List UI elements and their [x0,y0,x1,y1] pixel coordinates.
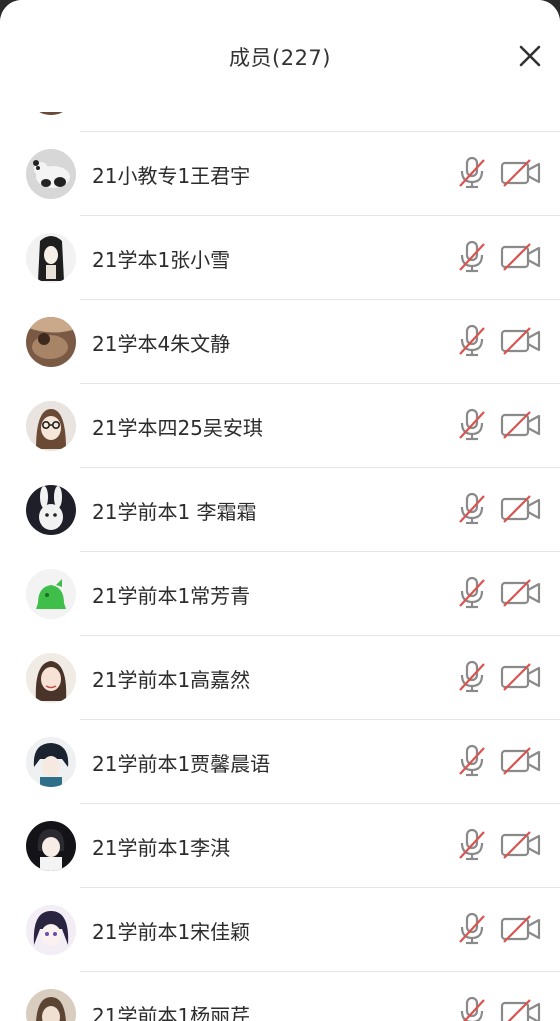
member-name: 21学前本1 李霜霜 [92,500,257,524]
list-item[interactable]: 21学前本1宋佳颖 [0,888,560,972]
mic-muted-icon[interactable] [456,408,488,442]
list-item[interactable]: 21学前本1李淇 [0,804,560,888]
avatar[interactable] [26,233,76,283]
list-item[interactable]: 21学前本1杨丽芹 [0,972,560,1021]
page-title: 成员(227) [229,46,331,70]
avatar[interactable] [26,653,76,703]
avatar[interactable] [26,401,76,451]
mic-muted-icon[interactable] [456,996,488,1021]
avatar[interactable] [26,737,76,787]
avatar[interactable] [26,821,76,871]
member-name: 21学前本1常芳青 [92,584,251,608]
member-name: 21学前本1杨丽芹 [92,1004,251,1021]
member-list[interactable]: 21小教专1王君宇 21学本1张小雪 21学本4朱文静 21学本四25吴安琪 2… [0,48,560,1021]
list-item[interactable]: 21学本4朱文静 [0,300,560,384]
list-item[interactable]: 21小教专1王君宇 [0,132,560,216]
list-item[interactable]: 21学前本1常芳青 [0,552,560,636]
camera-off-icon[interactable] [500,998,542,1021]
mic-muted-icon[interactable] [456,576,488,610]
member-name: 21学前本1宋佳颖 [92,920,251,944]
member-name: 21小教专1王君宇 [92,164,251,188]
member-list-sheet: 成员(227) 21小教专1王君宇 21学本1张小雪 21学本4朱文静 21学本… [0,0,560,1021]
list-item[interactable]: 21学本四25吴安琪 [0,384,560,468]
camera-off-icon[interactable] [500,830,542,860]
camera-off-icon[interactable] [500,662,542,692]
camera-off-icon[interactable] [500,242,542,272]
camera-off-icon[interactable] [500,578,542,608]
avatar[interactable] [26,905,76,955]
member-name: 21学前本1高嘉然 [92,668,251,692]
camera-off-icon[interactable] [500,494,542,524]
list-item[interactable]: 21学本1张小雪 [0,216,560,300]
avatar[interactable] [26,989,76,1021]
sheet-header: 成员(227) [0,0,560,112]
avatar[interactable] [26,569,76,619]
mic-muted-icon[interactable] [456,828,488,862]
camera-off-icon[interactable] [500,158,542,188]
avatar[interactable] [26,485,76,535]
member-name: 21学本4朱文静 [92,332,231,356]
avatar[interactable] [26,149,76,199]
member-name: 21学前本1贾馨晨语 [92,752,271,776]
member-name: 21学本1张小雪 [92,248,231,272]
camera-off-icon[interactable] [500,746,542,776]
list-item[interactable]: 21学前本1 李霜霜 [0,468,560,552]
close-button[interactable] [512,38,548,74]
list-item[interactable]: 21学前本1高嘉然 [0,636,560,720]
camera-off-icon[interactable] [500,326,542,356]
mic-muted-icon[interactable] [456,492,488,526]
mic-muted-icon[interactable] [456,240,488,274]
member-name: 21学前本1李淇 [92,836,231,860]
avatar[interactable] [26,317,76,367]
camera-off-icon[interactable] [500,410,542,440]
camera-off-icon[interactable] [500,914,542,944]
mic-muted-icon[interactable] [456,660,488,694]
list-item[interactable]: 21学前本1贾馨晨语 [0,720,560,804]
close-icon [519,45,541,67]
mic-muted-icon[interactable] [456,744,488,778]
mic-muted-icon[interactable] [456,912,488,946]
mic-muted-icon[interactable] [456,324,488,358]
member-name: 21学本四25吴安琪 [92,416,263,440]
mic-muted-icon[interactable] [456,156,488,190]
